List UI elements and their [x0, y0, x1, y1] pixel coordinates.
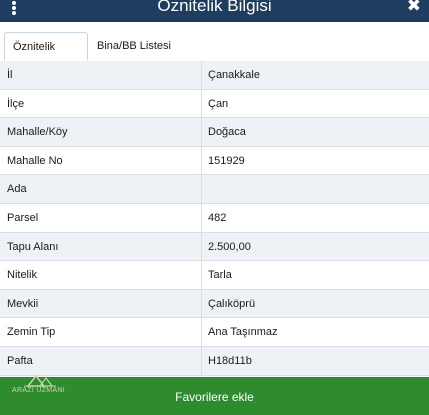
table-row: Mevkii Çalıköprü: [0, 289, 429, 319]
row-value: Çanakkale: [208, 69, 260, 81]
dialog-title: Öznitelik Bilgisi: [157, 0, 272, 15]
table-row: İlçe Çan: [0, 89, 429, 119]
row-key: Ada: [7, 183, 27, 196]
table-row: Ada: [0, 175, 429, 204]
row-value: 151929: [208, 154, 245, 167]
row-key: Mevkii: [7, 297, 39, 310]
row-value: Ana Taşınmaz: [208, 326, 278, 339]
table-row: Mahalle No 151929: [0, 146, 429, 176]
attribute-table: İl Çanakkale İlçe Çan Mahalle/Köy Doğaca Ma…: [0, 61, 429, 376]
row-key: Tapu Alanı: [7, 240, 59, 253]
row-key: Parsel: [7, 211, 39, 224]
row-key: Pafta: [7, 354, 33, 367]
row-key: Zemin Tip: [7, 326, 56, 339]
row-key: İl: [7, 69, 13, 81]
row-key: Mahalle/Köy: [7, 126, 68, 139]
table-row: İl Çanakkale: [0, 61, 429, 90]
dialog-header: Öznitelik Bilgisi ✖: [0, 0, 429, 22]
tab-bar: Öznitelik Bilgisi Bina/BB Listesi: [0, 22, 429, 81]
table-row: Mahalle/Köy Doğaca: [0, 118, 429, 147]
row-value: H18d11b: [208, 354, 252, 367]
row-value: 2.500,00: [208, 240, 251, 253]
row-key: Nitelik: [7, 269, 37, 282]
table-row: Nitelik Tarla: [0, 261, 429, 290]
logo-text: ARAZİ UZMANI: [12, 387, 65, 394]
row-value: Tarla: [208, 269, 232, 282]
table-row: Parsel 482: [0, 203, 429, 233]
row-value: Doğaca: [208, 126, 246, 139]
row-key: İlçe: [7, 97, 25, 110]
table-row: Zemin Tip Ana Taşınmaz: [0, 318, 429, 347]
tab-bina-bb-listesi[interactable]: Bina/BB Listesi: [89, 32, 179, 61]
row-value: Çalıköprü: [208, 297, 256, 310]
row-value: 482: [208, 211, 227, 224]
row-key: Mahalle No: [7, 154, 63, 167]
tab-oznitelik-bilgisi[interactable]: Öznitelik Bilgisi: [4, 32, 88, 81]
table-row: Tapu Alanı 2.500,00: [0, 232, 429, 262]
close-icon[interactable]: ✖: [407, 0, 421, 16]
row-value: Çan: [208, 97, 229, 110]
